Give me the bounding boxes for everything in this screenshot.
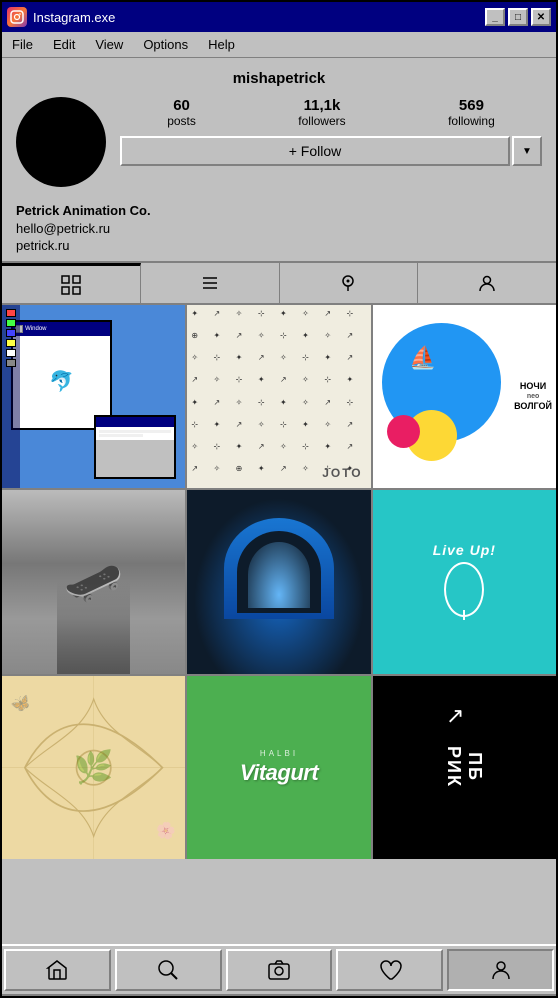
nav-search[interactable] bbox=[115, 949, 222, 991]
heart-icon bbox=[378, 958, 402, 982]
close-button[interactable]: ✕ bbox=[531, 8, 551, 26]
home-icon bbox=[45, 958, 69, 982]
tab-location[interactable] bbox=[280, 263, 419, 303]
window-controls: _ □ ✕ bbox=[485, 8, 551, 26]
stats-row: 60 posts 11,1k followers 569 following bbox=[120, 97, 542, 128]
grid-cell-2[interactable]: ✦↗✧⊹✦✧↗⊹ ⊕✦↗✧⊹✦✧↗ ✧⊹✦↗✧⊹✦↗ ↗✧⊹✦↗✧⊹✦ ✦↗✧⊹… bbox=[187, 305, 370, 488]
followers-count: 11,1k bbox=[304, 97, 341, 114]
profile-info-row: 60 posts 11,1k followers 569 following bbox=[16, 97, 542, 187]
nav-profile[interactable] bbox=[447, 949, 554, 991]
grid-cell-6[interactable]: Live Up! bbox=[373, 490, 556, 673]
grid-cell-5[interactable] bbox=[187, 490, 370, 673]
image-grid: Window 🐬 bbox=[2, 305, 556, 859]
grid-icon bbox=[61, 275, 81, 295]
bio-name: Petrick Animation Co. bbox=[16, 203, 542, 218]
nav-activity[interactable] bbox=[336, 949, 443, 991]
person-icon bbox=[477, 273, 497, 293]
minimize-button[interactable]: _ bbox=[485, 8, 505, 26]
profile-bio: Petrick Animation Co. hello@petrick.ru p… bbox=[2, 195, 556, 261]
following-count: 569 bbox=[459, 97, 484, 114]
grid-cell-4[interactable]: 🛹 bbox=[2, 490, 185, 673]
menu-bar: File Edit View Options Help bbox=[2, 32, 556, 58]
profile-nav-icon bbox=[489, 958, 513, 982]
list-icon bbox=[200, 273, 220, 293]
title-bar: Instagram.exe _ □ ✕ bbox=[2, 2, 556, 32]
tabs-row bbox=[2, 261, 556, 305]
followers-label: followers bbox=[298, 114, 345, 128]
tab-list[interactable] bbox=[141, 263, 280, 303]
profile-username: mishapetrick bbox=[16, 70, 542, 87]
stat-followers: 11,1k followers bbox=[298, 97, 345, 128]
menu-edit[interactable]: Edit bbox=[49, 35, 79, 54]
grid-scroll[interactable]: Window 🐬 bbox=[2, 305, 556, 944]
menu-help[interactable]: Help bbox=[204, 35, 239, 54]
bio-website[interactable]: petrick.ru bbox=[16, 238, 542, 253]
follow-row: + Follow ▼ bbox=[120, 136, 542, 166]
profile-header: mishapetrick 60 posts 11,1k followers bbox=[2, 58, 556, 195]
grid-cell-9[interactable]: ↗ ПБ РИК bbox=[373, 676, 556, 859]
menu-options[interactable]: Options bbox=[139, 35, 192, 54]
nav-home[interactable] bbox=[4, 949, 111, 991]
grid-wrapper: Window 🐬 bbox=[2, 305, 556, 944]
follow-button[interactable]: + Follow bbox=[120, 136, 510, 166]
main-content: mishapetrick 60 posts 11,1k followers bbox=[2, 58, 556, 996]
tab-tagged[interactable] bbox=[418, 263, 556, 303]
bottom-nav bbox=[2, 944, 556, 996]
profile-stats-follow: 60 posts 11,1k followers 569 following bbox=[120, 97, 542, 166]
grid-cell-7[interactable]: 🌿 🦋 🌸 bbox=[2, 676, 185, 859]
menu-view[interactable]: View bbox=[91, 35, 127, 54]
avatar bbox=[16, 97, 106, 187]
stat-following: 569 following bbox=[448, 97, 495, 128]
posts-label: posts bbox=[167, 114, 196, 128]
nav-camera[interactable] bbox=[226, 949, 333, 991]
app-icon bbox=[7, 7, 27, 27]
camera-icon bbox=[267, 958, 291, 982]
posts-count: 60 bbox=[173, 97, 190, 114]
grid-cell-8[interactable]: HALBI Vitagurt bbox=[187, 676, 370, 859]
location-icon bbox=[338, 273, 358, 293]
maximize-button[interactable]: □ bbox=[508, 8, 528, 26]
menu-file[interactable]: File bbox=[8, 35, 37, 54]
search-icon bbox=[156, 958, 180, 982]
tab-grid[interactable] bbox=[2, 263, 141, 303]
window-title: Instagram.exe bbox=[33, 10, 115, 25]
title-bar-left: Instagram.exe bbox=[7, 7, 115, 27]
grid-cell-1[interactable]: Window 🐬 bbox=[2, 305, 185, 488]
app-window: Instagram.exe _ □ ✕ File Edit View Optio… bbox=[0, 0, 558, 998]
stat-posts: 60 posts bbox=[167, 97, 196, 128]
following-label: following bbox=[448, 114, 495, 128]
bio-email[interactable]: hello@petrick.ru bbox=[16, 221, 542, 236]
grid-cell-3[interactable]: ⛵ НОЧИ neo ВОЛГОЙ bbox=[373, 305, 556, 488]
follow-dropdown-button[interactable]: ▼ bbox=[512, 136, 542, 166]
